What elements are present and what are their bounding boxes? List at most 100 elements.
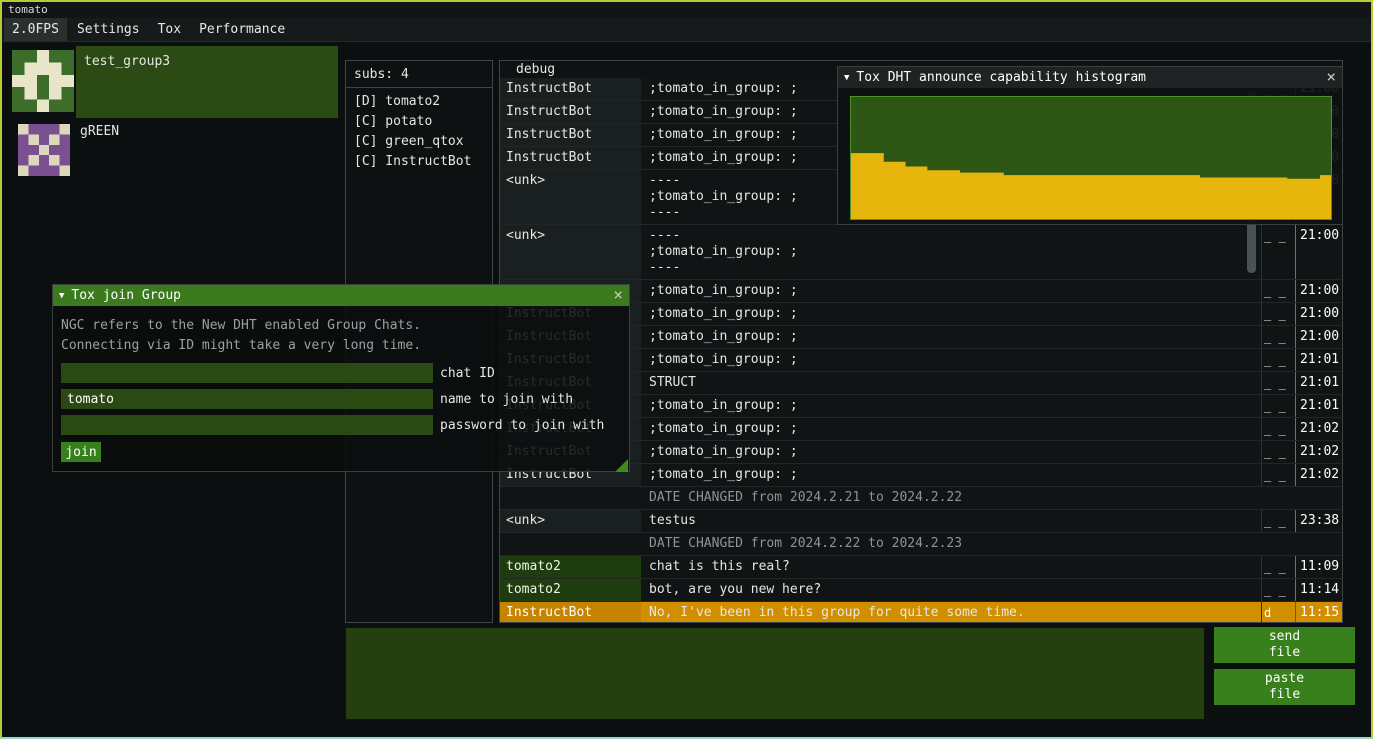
collapse-arrow-icon[interactable]: ▼ (59, 291, 64, 301)
member-item[interactable]: [D] tomato2 (346, 92, 492, 112)
message-time: 21:02 (1295, 464, 1342, 486)
group-item-test_group3[interactable]: test_group3 (4, 46, 338, 118)
message-text: STRUCT (641, 372, 1261, 394)
message-status: _ _ (1261, 418, 1295, 440)
join-field-input-2[interactable] (61, 389, 433, 409)
message-author: <unk> (500, 170, 641, 224)
fps-counter: 2.0FPS (4, 18, 67, 41)
message-author: <unk> (500, 225, 641, 279)
message-text: ;tomato_in_group: ; (641, 441, 1261, 463)
close-icon[interactable]: × (613, 285, 623, 304)
message-text: ;tomato_in_group: ; (641, 464, 1261, 486)
histogram-window: ▼ Tox DHT announce capability histogram … (837, 66, 1343, 225)
message-status: _ _ (1261, 464, 1295, 486)
message-author: tomato2 (500, 556, 641, 578)
menu-item-tox[interactable]: Tox (150, 18, 189, 41)
date-changed-text: DATE CHANGED from 2024.2.21 to 2024.2.22 (500, 487, 970, 509)
member-item[interactable]: [C] green_qtox (346, 132, 492, 152)
join-window-titlebar[interactable]: ▼ Tox join Group × (53, 285, 629, 306)
member-item[interactable]: [C] InstructBot (346, 152, 492, 172)
message-time: 21:02 (1295, 418, 1342, 440)
message-text: chat is this real? (641, 556, 1261, 578)
join-fields: chat ID name to join with password to join… (61, 363, 621, 435)
join-field-row: chat ID (61, 363, 621, 383)
message-time: 11:14 (1295, 579, 1342, 601)
chat-message-row[interactable]: <unk>testus_ _23:38 (500, 510, 1342, 533)
group-label-box: test_group3 (76, 46, 338, 118)
date-separator: DATE CHANGED from 2024.2.22 to 2024.2.23 (500, 533, 1342, 556)
histogram-window-title: Tox DHT announce capability histogram (856, 70, 1146, 85)
resize-grip[interactable] (615, 459, 628, 472)
message-text: ;tomato_in_group: ; (641, 418, 1261, 440)
join-field-input-1[interactable] (61, 363, 433, 383)
histogram-area-plot (851, 97, 1331, 219)
chat-message-row[interactable]: tomato2chat is this real?_ _11:09 (500, 556, 1342, 579)
avatar-pixels (18, 124, 70, 176)
message-time: 21:00 (1295, 280, 1342, 302)
message-text: No, I've been in this group for quite so… (641, 602, 1261, 622)
chat-message-row[interactable]: tomato2bot, are you new here?_ _11:14 (500, 579, 1342, 602)
message-time: 21:02 (1295, 441, 1342, 463)
paste-file-button[interactable]: paste file (1214, 669, 1355, 705)
window-title: tomato (8, 3, 48, 16)
message-text: bot, are you new here? (641, 579, 1261, 601)
message-status: _ _ (1261, 556, 1295, 578)
message-time: 21:01 (1295, 372, 1342, 394)
chat-message-row[interactable]: InstructBotNo, I've been in this group f… (500, 602, 1342, 622)
join-info-line-1: NGC refers to the New DHT enabled Group … (61, 316, 621, 336)
date-changed-text: DATE CHANGED from 2024.2.22 to 2024.2.23 (500, 533, 970, 555)
message-author: InstructBot (500, 78, 641, 100)
chat-message-row[interactable]: <unk>----;tomato_in_group: ;----_ _21:00 (500, 225, 1342, 280)
group-avatar (12, 50, 74, 112)
join-button[interactable]: join (61, 442, 101, 462)
close-icon[interactable]: × (1326, 67, 1336, 86)
message-status: _ _ (1261, 280, 1295, 302)
menu-item-performance[interactable]: Performance (191, 18, 293, 41)
group-label-box: gREEN (72, 120, 338, 178)
message-status: _ _ (1261, 510, 1295, 532)
send-file-button[interactable]: send file (1214, 627, 1355, 663)
message-status: _ _ (1261, 303, 1295, 325)
message-time: 11:09 (1295, 556, 1342, 578)
join-field-input-3[interactable] (61, 415, 433, 435)
message-status: _ _ (1261, 326, 1295, 348)
message-author: InstructBot (500, 147, 641, 169)
histogram-chart (850, 96, 1332, 220)
message-time: 21:00 (1295, 326, 1342, 348)
member-item[interactable]: [C] potato (346, 112, 492, 132)
join-field-label: password to join with (440, 418, 604, 433)
message-status: _ _ (1261, 225, 1295, 279)
message-status: _ _ (1261, 579, 1295, 601)
message-time: 21:01 (1295, 349, 1342, 371)
message-text: testus (641, 510, 1261, 532)
collapse-arrow-icon[interactable]: ▼ (844, 73, 849, 83)
members-list: [D] tomato2[C] potato[C] green_qtox[C] I… (346, 88, 492, 172)
message-status: _ _ (1261, 349, 1295, 371)
message-text: ;tomato_in_group: ; (641, 395, 1261, 417)
avatar-pixels (12, 50, 74, 112)
message-text: ;tomato_in_group: ; (641, 349, 1261, 371)
join-field-label: chat ID (440, 366, 495, 381)
window-titlebar[interactable]: tomato (2, 2, 1371, 18)
group-name: test_group3 (84, 54, 170, 69)
group-avatar (18, 124, 70, 176)
message-text: ;tomato_in_group: ; (641, 280, 1261, 302)
group-name: gREEN (80, 124, 119, 139)
message-author: InstructBot (500, 124, 641, 146)
message-text: ;tomato_in_group: ; (641, 326, 1261, 348)
menu-bar: 2.0FPSSettingsToxPerformance (2, 18, 1371, 42)
message-time: 21:00 (1295, 303, 1342, 325)
message-status: _ _ (1261, 395, 1295, 417)
join-window-title: Tox join Group (71, 288, 181, 303)
message-text: ;tomato_in_group: ; (641, 303, 1261, 325)
date-separator: DATE CHANGED from 2024.2.21 to 2024.2.22 (500, 487, 1342, 510)
message-time: 21:01 (1295, 395, 1342, 417)
histogram-window-titlebar[interactable]: ▼ Tox DHT announce capability histogram … (838, 67, 1342, 88)
message-author: <unk> (500, 510, 641, 532)
join-window-body: NGC refers to the New DHT enabled Group … (53, 306, 629, 473)
join-field-row: name to join with (61, 389, 621, 409)
join-field-row: password to join with (61, 415, 621, 435)
group-item-gREEN[interactable]: gREEN (4, 120, 338, 178)
message-input[interactable] (345, 627, 1205, 720)
menu-item-settings[interactable]: Settings (69, 18, 148, 41)
